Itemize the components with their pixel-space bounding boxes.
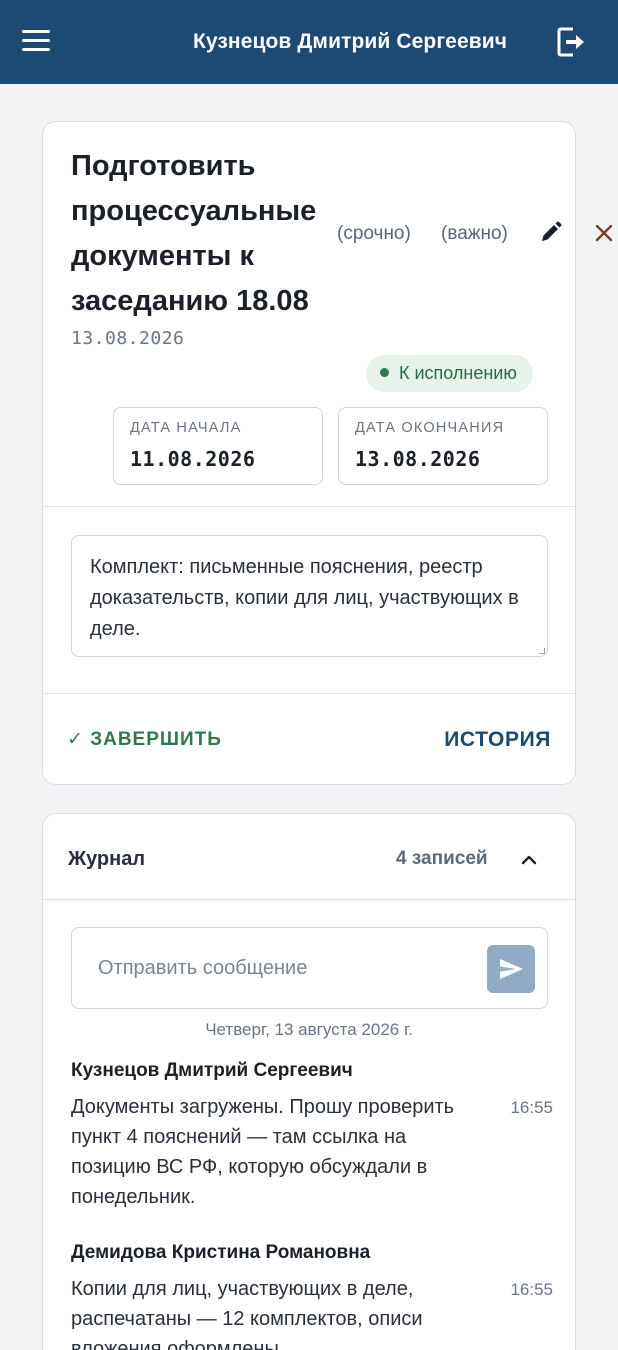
tag-important: (важно) [441, 223, 508, 244]
divider [43, 693, 575, 694]
send-icon [500, 959, 523, 979]
end-date-field[interactable]: Дата окончания 13.08.2026 [338, 407, 548, 485]
journal-title: Журнал [68, 848, 146, 870]
chevron-up-icon[interactable] [519, 850, 539, 870]
logout-icon[interactable] [555, 25, 587, 59]
journal-message: Кузнецов Дмитрий Сергеевич Документы заг… [71, 1060, 553, 1212]
task-description-text: Комплект: письменные пояснения, реестр д… [90, 556, 519, 640]
top-app-bar: Кузнецов Дмитрий Сергеевич [0, 0, 618, 84]
complete-button[interactable]: ✓ ЗАВЕРШИТЬ [67, 728, 222, 751]
close-icon[interactable] [593, 222, 615, 244]
divider [43, 899, 575, 900]
message-time: 16:55 [510, 1098, 553, 1117]
start-date-field[interactable]: Дата начала 11.08.2026 [113, 407, 323, 485]
current-user-name: Кузнецов Дмитрий Сергеевич [192, 30, 508, 53]
message-author: Кузнецов Дмитрий Сергеевич [71, 1060, 353, 1081]
start-date-label: Дата начала [130, 420, 242, 436]
journal-entry-count: 4 записей [396, 848, 488, 869]
hamburger-menu-icon[interactable] [22, 30, 50, 52]
resize-handle-icon[interactable] [539, 648, 545, 654]
task-description-field[interactable]: Комплект: письменные пояснения, реестр д… [71, 535, 548, 657]
task-title: Подготовить процессуальные документы к з… [71, 150, 317, 317]
divider [43, 506, 575, 507]
status-badge: К исполнению [366, 355, 533, 392]
send-button[interactable] [487, 945, 535, 993]
end-date-value: 13.08.2026 [355, 447, 481, 471]
end-date-label: Дата окончания [355, 420, 505, 436]
status-label: К исполнению [399, 363, 517, 383]
history-button[interactable]: ИСТОРИЯ [444, 728, 551, 752]
pencil-icon[interactable] [537, 220, 563, 246]
message-input[interactable] [98, 953, 478, 983]
message-text: Документы загружены. Прошу проверить пун… [71, 1096, 455, 1208]
tag-urgent: (срочно) [337, 223, 411, 244]
message-author: Демидова Кристина Романовна [71, 1242, 371, 1263]
day-separator: Четверг, 13 августа 2026 г. [205, 1020, 413, 1039]
journal-card: Журнал 4 записей Четверг, 13 августа 202… [42, 813, 576, 1350]
start-date-value: 11.08.2026 [130, 447, 256, 471]
task-created-date: 13.08.2026 [71, 328, 185, 349]
message-time: 16:55 [510, 1280, 553, 1299]
status-dot-icon [380, 367, 389, 377]
message-text: Копии для лиц, участвующих в деле, распе… [71, 1278, 423, 1350]
journal-message: Демидова Кристина Романовна Копии для ли… [71, 1242, 553, 1350]
message-input-box [71, 927, 548, 1009]
task-card: Подготовить процессуальные документы к з… [42, 121, 613, 785]
